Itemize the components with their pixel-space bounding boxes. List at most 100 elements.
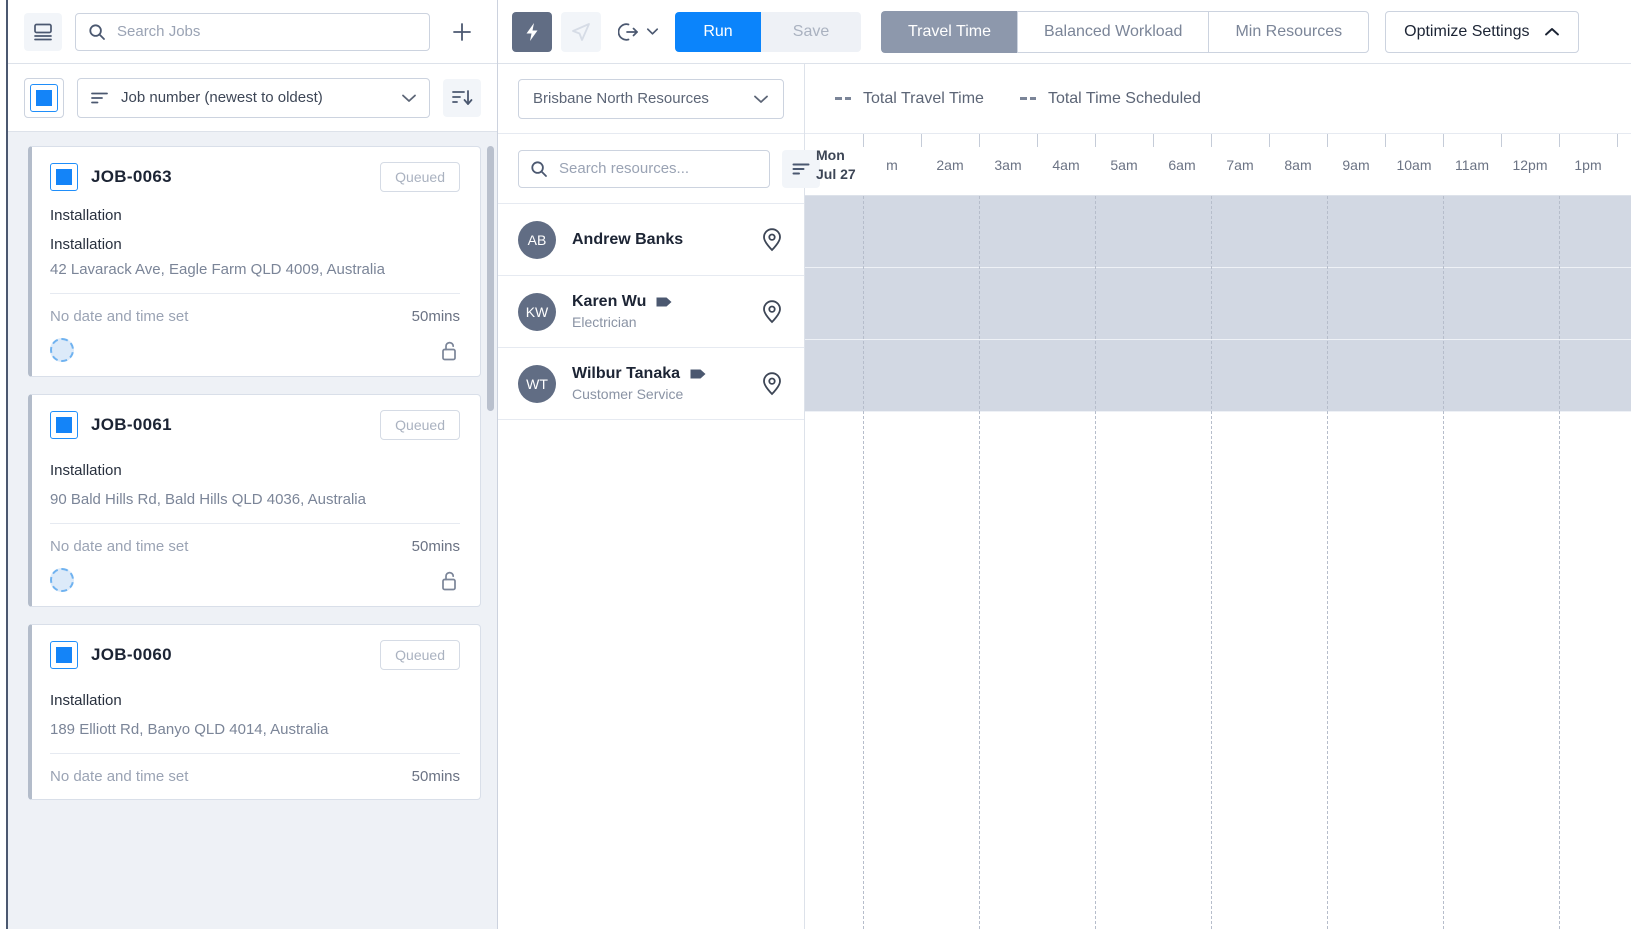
job-id: JOB-0060 <box>91 645 367 665</box>
timeline-row[interactable] <box>805 268 1631 340</box>
job-select-checkbox[interactable] <box>50 641 78 669</box>
lightning-bolt-icon[interactable] <box>512 12 552 52</box>
jobs-sort-select[interactable]: Job number (newest to oldest) <box>77 78 430 118</box>
timeline-hour-label: 9am <box>1327 134 1385 195</box>
tab-travel-time[interactable]: Travel Time <box>881 11 1017 53</box>
resource-name: Wilbur Tanaka <box>572 365 680 383</box>
dashed-circle-icon[interactable] <box>50 568 74 592</box>
resource-search-wrap <box>498 134 804 204</box>
avatar: WT <box>518 365 556 403</box>
add-job-button[interactable] <box>443 13 481 51</box>
resource-search-input[interactable] <box>559 160 758 177</box>
status-badge: Queued <box>380 410 460 440</box>
timeline-day-weekday: Mon <box>816 146 845 165</box>
timeline-hour-label: 2pm <box>1617 134 1631 195</box>
timeline-hour-label: 11am <box>1443 134 1501 195</box>
job-card[interactable]: JOB-0063 Queued Installation Installatio… <box>28 146 481 377</box>
search-input[interactable] <box>117 23 417 40</box>
status-badge: Queued <box>380 162 460 192</box>
job-card-footer: No date and time set 50mins <box>50 294 460 325</box>
job-date-text: No date and time set <box>50 308 188 325</box>
resource-group-select[interactable]: Brisbane North Resources <box>518 79 784 119</box>
job-card-icons <box>50 568 460 592</box>
job-date-text: No date and time set <box>50 538 188 555</box>
job-date-text: No date and time set <box>50 768 188 785</box>
job-duration: 50mins <box>412 768 460 785</box>
job-id: JOB-0061 <box>91 415 367 435</box>
search-icon <box>88 23 106 41</box>
unlocked-icon[interactable] <box>439 339 460 362</box>
panel-layout-icon[interactable] <box>24 13 62 51</box>
resource-group-label: Brisbane North Resources <box>533 90 753 107</box>
optimize-settings-button[interactable]: Optimize Settings <box>1385 11 1578 53</box>
paper-plane-icon[interactable] <box>561 12 601 52</box>
timeline-gridline <box>979 196 980 929</box>
job-type: Installation <box>50 692 460 709</box>
timeline-hour-label: 4am <box>1037 134 1095 195</box>
timeline-day-date: Jul 27 <box>816 165 856 184</box>
save-button[interactable]: Save <box>761 12 861 52</box>
non-working-shade <box>805 268 1631 339</box>
map-pin-icon[interactable] <box>760 371 784 397</box>
job-card[interactable]: JOB-0061 Queued Installation 90 Bald Hil… <box>28 394 481 607</box>
jobs-toolbar <box>8 0 497 64</box>
timeline-gridline <box>1559 196 1560 929</box>
timeline-grid[interactable] <box>805 196 1631 929</box>
job-select-checkbox[interactable] <box>50 163 78 191</box>
optimize-settings-label: Optimize Settings <box>1404 23 1529 41</box>
timeline-gridline <box>863 196 864 929</box>
timeline-row[interactable] <box>805 196 1631 268</box>
job-address: 90 Bald Hills Rd, Bald Hills QLD 4036, A… <box>50 491 460 524</box>
legend-total-time-scheduled: Total Time Scheduled <box>1020 90 1201 108</box>
timeline-hour-label: 12pm <box>1501 134 1559 195</box>
map-pin-icon[interactable] <box>760 227 784 253</box>
non-working-shade <box>805 340 1631 411</box>
map-pin-icon[interactable] <box>760 299 784 325</box>
resource-name: Karen Wu <box>572 293 646 311</box>
main-body: Brisbane North Resources <box>498 64 1631 929</box>
job-address: 42 Lavarack Ave, Eagle Farm QLD 4009, Au… <box>50 261 460 294</box>
resource-row[interactable]: KW Karen Wu Electrician <box>498 276 804 348</box>
unlocked-icon[interactable] <box>439 569 460 592</box>
chevron-up-icon <box>1544 27 1560 37</box>
timeline-hour-label: 5am <box>1095 134 1153 195</box>
jobs-scrollbar-thumb[interactable] <box>487 146 494 411</box>
jobs-card-list[interactable]: JOB-0063 Queued Installation Installatio… <box>8 132 497 929</box>
job-type: Installation <box>50 462 460 479</box>
dashed-circle-icon[interactable] <box>50 338 74 362</box>
job-type: Installation <box>50 207 460 224</box>
job-id: JOB-0063 <box>91 167 367 187</box>
resource-role: Customer Service <box>572 386 744 402</box>
main-area: Run Save Travel Time Balanced Workload M… <box>498 0 1631 929</box>
resource-row[interactable]: WT Wilbur Tanaka Customer Service <box>498 348 804 420</box>
jobs-scrollbar[interactable] <box>487 146 494 929</box>
legend-label: Total Travel Time <box>863 90 984 108</box>
job-card-header: JOB-0063 Queued <box>50 162 460 192</box>
timeline-hour-label: 7am <box>1211 134 1269 195</box>
resource-row[interactable]: AB Andrew Banks <box>498 204 804 276</box>
export-arrow-button[interactable] <box>610 12 666 52</box>
legend-label: Total Time Scheduled <box>1048 90 1201 108</box>
tab-balanced-workload[interactable]: Balanced Workload <box>1017 11 1208 53</box>
jobs-sort-label: Job number (newest to oldest) <box>121 89 389 106</box>
timeline-hour-header: Mon Jul 27 m2am3am4am5am6am7am8am9am10am… <box>805 134 1631 196</box>
run-button[interactable]: Run <box>675 12 761 52</box>
tab-min-resources[interactable]: Min Resources <box>1208 11 1369 53</box>
timeline-hour-label: 6am <box>1153 134 1211 195</box>
job-card[interactable]: JOB-0060 Queued Installation 189 Elliott… <box>28 624 481 800</box>
resource-list: AB Andrew Banks <box>498 204 804 929</box>
jobs-panel: Job number (newest to oldest) <box>8 0 498 929</box>
jobs-search-box[interactable] <box>75 13 430 51</box>
resource-search-box[interactable] <box>518 150 770 188</box>
job-card-header: JOB-0061 Queued <box>50 410 460 440</box>
job-address: 189 Elliott Rd, Banyo QLD 4014, Australi… <box>50 721 460 754</box>
timeline-row[interactable] <box>805 340 1631 412</box>
dash-marker-icon <box>835 97 851 100</box>
resource-role: Electrician <box>572 314 744 330</box>
select-all-checkbox[interactable] <box>24 78 64 118</box>
timeline: Total Travel Time Total Time Scheduled M… <box>805 64 1631 929</box>
sort-descending-icon[interactable] <box>443 79 481 117</box>
job-duration: 50mins <box>412 308 460 325</box>
job-select-checkbox[interactable] <box>50 411 78 439</box>
job-card-header: JOB-0060 Queued <box>50 640 460 670</box>
